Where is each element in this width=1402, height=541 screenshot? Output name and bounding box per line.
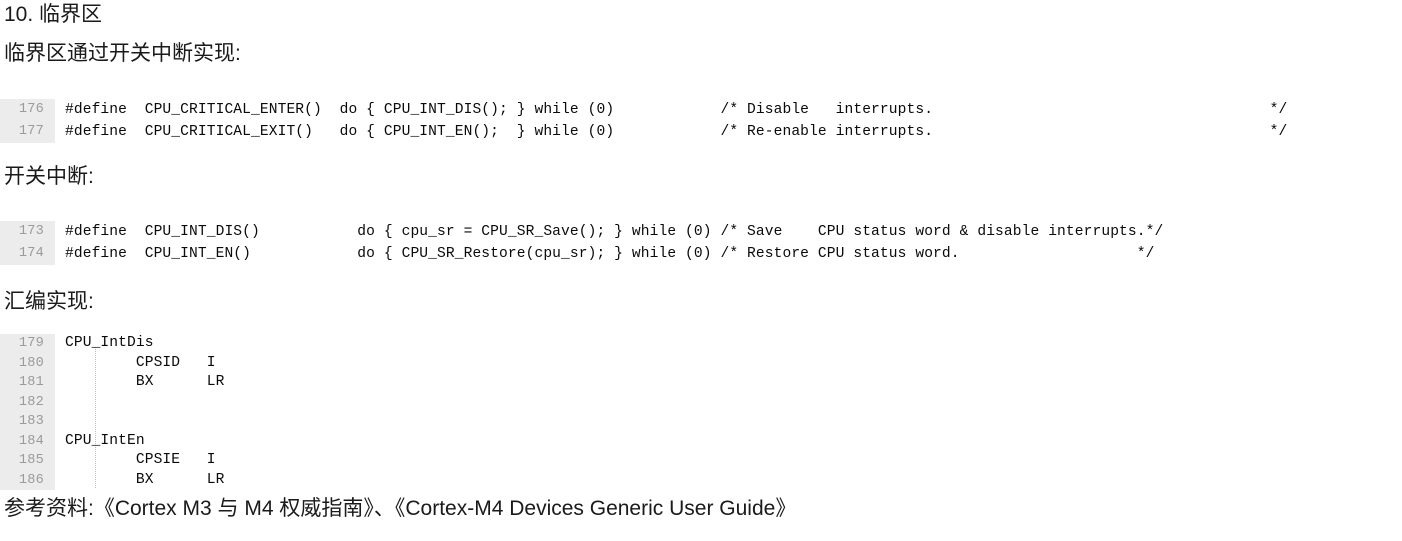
code-line: 185 CPSIE I (0, 451, 1402, 471)
code-line: 182 (0, 393, 1402, 413)
code-line-text: CPSIE I (65, 452, 216, 468)
code-line: 183 (0, 412, 1402, 432)
code-line-text: #define CPU_CRITICAL_EXIT() do { CPU_INT… (65, 124, 1288, 140)
code-line-number: 179 (18, 336, 44, 351)
code-line: 174 #define CPU_INT_EN() do { CPU_SR_Rest… (0, 243, 1402, 265)
page-title: 10. 临界区 (4, 3, 103, 26)
code-line: 184 CPU_IntEn (0, 432, 1402, 452)
code-line: 180 CPSID I (0, 354, 1402, 374)
code-line-text: #define CPU_CRITICAL_ENTER() do { CPU_IN… (65, 102, 1288, 118)
code-block-cpu-int-macros: 173 #define CPU_INT_DIS() do { cpu_sr = C… (0, 221, 1402, 265)
code-line-text: #define CPU_INT_DIS() do { cpu_sr = CPU_… (65, 224, 1164, 240)
code-line-text: CPSID I (65, 354, 216, 371)
switch-interrupt-heading: 开关中断: (4, 165, 94, 188)
code-block-cpu-critical-macros: 176 #define CPU_CRITICAL_ENTER() do { CPU… (0, 99, 1402, 143)
code-line-number: 177 (18, 124, 44, 139)
assembly-heading: 汇编实现: (4, 290, 94, 313)
code-line-number: 176 (18, 102, 44, 117)
code-line-number: 186 (18, 472, 44, 488)
code-line-number: 184 (18, 433, 44, 449)
code-line-number: 182 (18, 394, 44, 410)
code-line: 177 #define CPU_CRITICAL_EXIT() do { CPU_… (0, 121, 1402, 143)
document-page: 10. 临界区 临界区通过开关中断实现: 176 #define CPU_CRIT… (0, 0, 1402, 541)
code-line-number: 185 (18, 453, 44, 468)
code-line-text: CPU_IntEn (65, 432, 145, 449)
code-line: 176 #define CPU_CRITICAL_ENTER() do { CPU… (0, 99, 1402, 121)
code-line-number: 181 (18, 375, 44, 390)
code-line: 179 CPU_IntDis (0, 334, 1402, 354)
code-block-assembly: 179 CPU_IntDis 180 CPSID I 181 BX LR 182 183 1… (0, 334, 1402, 490)
code-line-text: #define CPU_INT_EN() do { CPU_SR_Restore… (65, 246, 1155, 262)
code-line: 173 #define CPU_INT_DIS() do { cpu_sr = C… (0, 221, 1402, 243)
code-line: 181 BX LR (0, 373, 1402, 393)
code-line-number: 174 (18, 246, 44, 261)
intro-paragraph: 临界区通过开关中断实现: (4, 42, 241, 65)
code-line-text: BX LR (65, 471, 225, 488)
code-line-number: 183 (18, 414, 44, 429)
code-line-text: CPU_IntDis (65, 335, 154, 351)
reference-line: 参考资料:《Cortex M3 与 M4 权威指南》、《Cortex-M4 De… (4, 497, 797, 520)
code-line-number: 180 (18, 355, 44, 371)
code-line-text: BX LR (65, 374, 225, 390)
code-line: 186 BX LR (0, 471, 1402, 491)
code-line-number: 173 (18, 224, 44, 239)
